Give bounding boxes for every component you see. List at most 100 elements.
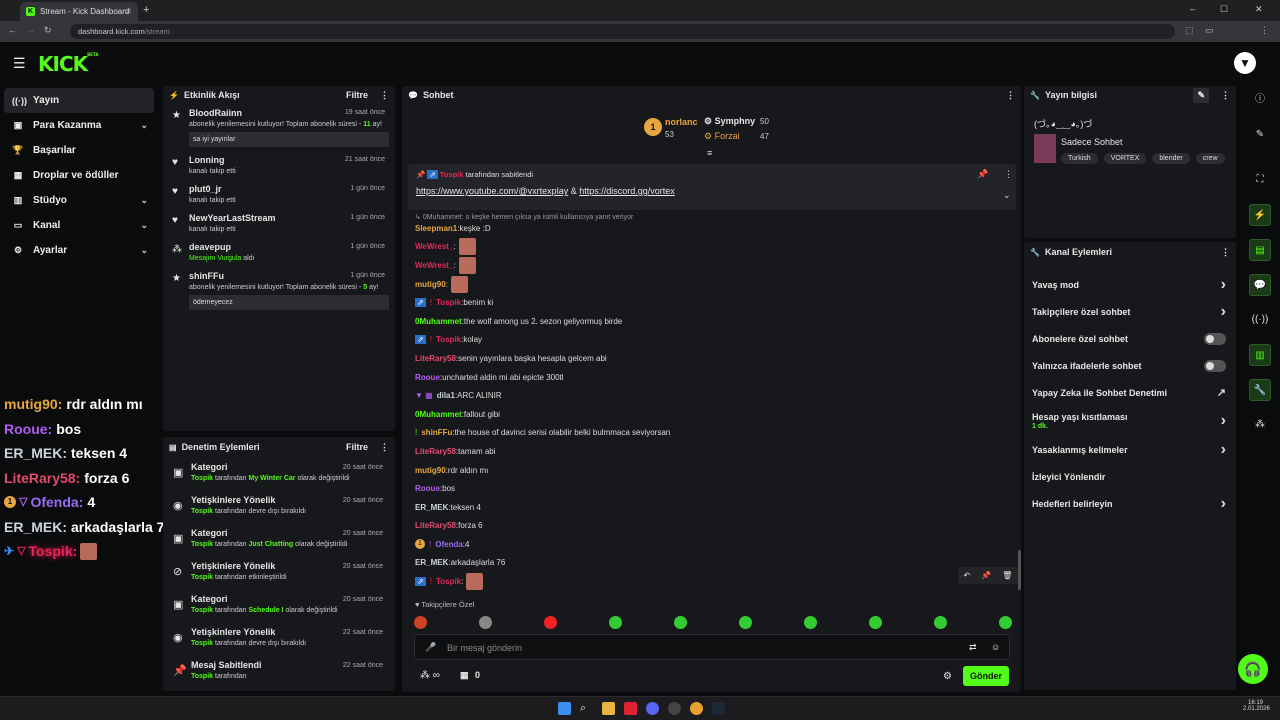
expand-pinned-icon[interactable]: ⌄: [1003, 190, 1011, 201]
chat-username[interactable]: mutig90: [415, 280, 446, 289]
emote-icon[interactable]: [609, 615, 622, 629]
chat-username[interactable]: LiteRary58: [415, 521, 456, 530]
sidebar-item-3[interactable]: ▦ Droplar ve ödüller: [4, 163, 154, 188]
sidebar-item-0[interactable]: ((·)) Yayın: [4, 88, 154, 113]
store-button[interactable]: ▦ 0: [460, 670, 480, 681]
forward-icon[interactable]: →: [26, 25, 35, 35]
channel-action-item[interactable]: Yavaş mod ›: [1024, 271, 1236, 298]
stream-category[interactable]: Sadece Sohbet: [1061, 137, 1123, 147]
activity-toggle-icon[interactable]: ⚡: [1249, 204, 1271, 226]
browser-tab[interactable]: K Stream - Kick Dashboard ✕: [20, 2, 138, 21]
fullscreen-icon[interactable]: ⛶: [1249, 169, 1271, 191]
sidebar-item-6[interactable]: ⚙ Ayarlar ⌄: [4, 238, 154, 263]
chat-username[interactable]: ER_MEK: [415, 503, 448, 512]
moderation-filter-button[interactable]: Filtre: [346, 442, 368, 452]
profile-icon[interactable]: ▭: [1205, 25, 1214, 36]
emoji-icon[interactable]: ☺: [991, 642, 1000, 652]
channel-action-item[interactable]: Yalnızca ifadelerle sohbet: [1024, 352, 1236, 379]
reply-icon[interactable]: ↶: [964, 571, 971, 580]
moderation-user[interactable]: Tospik: [191, 541, 213, 548]
back-icon[interactable]: ←: [8, 25, 17, 35]
channel-action-item[interactable]: Yasaklanmış kelimeler ›: [1024, 436, 1236, 463]
moderation-user[interactable]: Tospik: [191, 640, 213, 647]
channel-points[interactable]: ⁂ ∞: [420, 670, 440, 681]
info-icon[interactable]: ⓘ: [1249, 89, 1271, 111]
emote-icon[interactable]: [999, 615, 1012, 629]
stream-info-toggle-icon[interactable]: ▥: [1249, 344, 1271, 366]
emote-icon[interactable]: [869, 615, 882, 629]
sidebar-item-4[interactable]: ▥ Stüdyo ⌄: [4, 188, 154, 213]
stream-tag[interactable]: blender: [1152, 153, 1190, 164]
unpin-icon[interactable]: 📌: [977, 169, 988, 180]
toggle-switch[interactable]: [1204, 332, 1226, 345]
reload-icon[interactable]: ↻: [44, 25, 52, 36]
stream-tag[interactable]: VORTEX: [1103, 153, 1147, 164]
chevron-down-icon[interactable]: ⌄: [140, 245, 148, 256]
close-tab-icon[interactable]: ✕: [125, 7, 132, 16]
chevron-down-icon[interactable]: ⌄: [140, 120, 148, 131]
chat-username[interactable]: dila1: [437, 391, 455, 400]
chat-username[interactable]: Ofenda: [435, 540, 463, 549]
moderation-user[interactable]: Tospik: [191, 673, 213, 680]
activity-filter-button[interactable]: Filtre: [346, 90, 368, 100]
collapse-leaderboard-icon[interactable]: ≡: [707, 148, 712, 158]
support-headset-icon[interactable]: 🎧: [1238, 654, 1268, 684]
microphone-icon[interactable]: 🎤: [425, 642, 436, 653]
chrome-icon[interactable]: [690, 702, 703, 715]
chat-input[interactable]: 🎤 Bir mesaj gönderin ⇄ ☺: [414, 634, 1010, 660]
emote-icon[interactable]: [544, 615, 557, 629]
chat-username[interactable]: 0Muhammet: [415, 317, 462, 326]
moderation-user[interactable]: Tospik: [191, 574, 213, 581]
leader-3-name[interactable]: ⚙ Forzai: [704, 131, 740, 142]
channel-actions-more-icon[interactable]: ⋮: [1221, 247, 1230, 258]
clock[interactable]: 16:19 2.01.2026: [1243, 700, 1270, 712]
toggle-switch[interactable]: [1204, 359, 1226, 372]
emote-icon[interactable]: [739, 615, 752, 629]
chat-username[interactable]: LiteRary58: [415, 447, 456, 456]
stream-info-more-icon[interactable]: ⋮: [1221, 90, 1230, 101]
new-tab-icon[interactable]: +: [143, 4, 149, 16]
chat-username[interactable]: 0Muhammet: [415, 410, 462, 419]
app-icon[interactable]: [624, 702, 637, 715]
steam-icon[interactable]: [712, 702, 725, 715]
file-explorer-icon[interactable]: [602, 702, 615, 715]
emote-icon[interactable]: [674, 615, 687, 629]
chat-username[interactable]: LiteRary58: [415, 354, 456, 363]
stream-tag[interactable]: Turkish: [1061, 153, 1098, 164]
chat-more-icon[interactable]: ⋮: [1006, 90, 1015, 101]
channel-action-item[interactable]: İzleyici Yönlendir: [1024, 463, 1236, 490]
chevron-down-icon[interactable]: ⌄: [140, 195, 148, 206]
emote-icon[interactable]: [414, 615, 427, 629]
sidebar-item-1[interactable]: ▣ Para Kazanma ⌄: [4, 113, 154, 138]
chat-username[interactable]: Tospik: [436, 577, 461, 586]
chat-username[interactable]: mutig90: [415, 466, 446, 475]
leader-1-name[interactable]: norlanc: [665, 117, 698, 127]
send-button[interactable]: Gönder: [963, 666, 1009, 686]
chat-username[interactable]: shinFFu: [421, 428, 452, 437]
minimize-icon[interactable]: –: [1190, 4, 1195, 14]
moderation-more-icon[interactable]: ⋮: [380, 442, 389, 453]
chevron-down-icon[interactable]: ⌄: [140, 220, 148, 231]
pinned-link-discord[interactable]: https://discord.gg/vortex: [579, 186, 675, 196]
kick-logo[interactable]: KICKBETA: [38, 52, 98, 76]
chat-username[interactable]: WeWrest_: [415, 242, 453, 251]
chat-username[interactable]: Sleepman1: [415, 224, 457, 233]
pinned-link-youtube[interactable]: https://www.youtube.com/@vxrtexplay: [416, 186, 568, 196]
close-window-icon[interactable]: ✕: [1255, 4, 1263, 15]
chat-settings-icon[interactable]: ⚙: [943, 671, 952, 682]
points-icon[interactable]: ⁂: [1249, 414, 1271, 436]
channel-action-item[interactable]: Abonelere özel sohbet: [1024, 325, 1236, 352]
chat-toggle-icon[interactable]: 💬: [1249, 274, 1271, 296]
chat-username[interactable]: Tospik: [436, 298, 461, 307]
moderation-toggle-icon[interactable]: ▤: [1249, 239, 1271, 261]
channel-action-item[interactable]: Hesap yaşı kısıtlaması 1 dk. ›: [1024, 406, 1236, 436]
menu-dots-icon[interactable]: ⋮: [1260, 25, 1269, 36]
pin-icon[interactable]: 📌: [981, 571, 991, 580]
trash-icon[interactable]: 🗑: [1002, 571, 1012, 580]
sidebar-item-5[interactable]: ▭ Kanal ⌄: [4, 213, 154, 238]
app-icon[interactable]: [668, 702, 681, 715]
activity-more-icon[interactable]: ⋮: [380, 90, 389, 101]
discord-icon[interactable]: [646, 702, 659, 715]
stream-tag[interactable]: crew: [1195, 153, 1225, 164]
extensions-icon[interactable]: ⬚: [1185, 25, 1194, 36]
